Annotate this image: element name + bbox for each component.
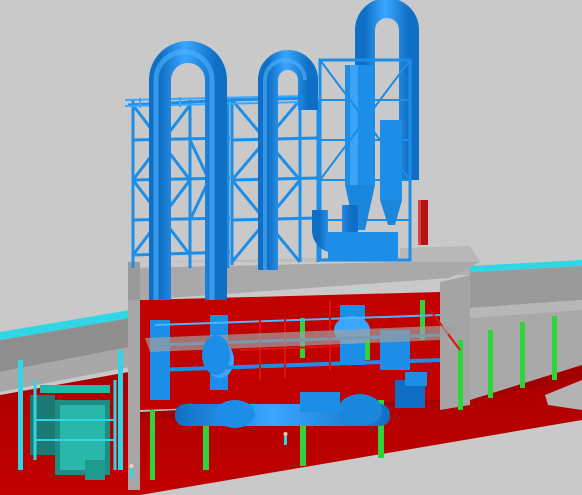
red-stack	[418, 200, 428, 245]
side-platform-right	[470, 260, 582, 318]
plant-model-render	[0, 0, 582, 495]
cad-3d-viewport[interactable]	[0, 0, 582, 495]
